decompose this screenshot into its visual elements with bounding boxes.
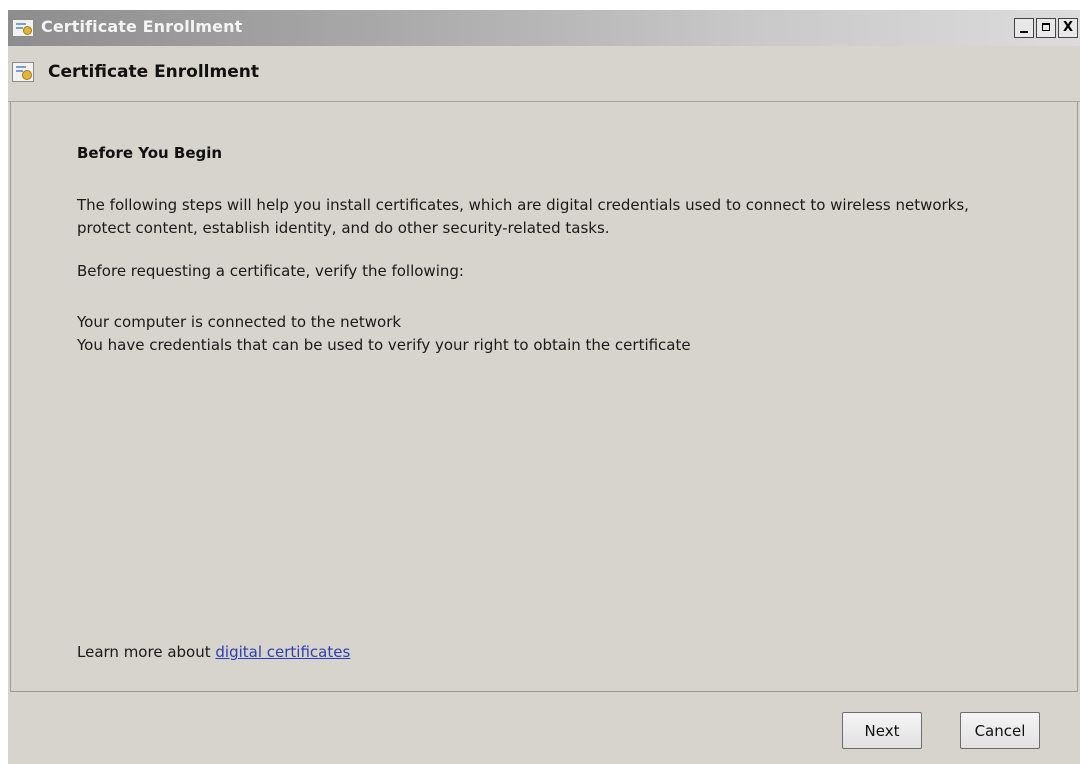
window-title: Certificate Enrollment: [41, 17, 243, 36]
requirements-list: Your computer is connected to the networ…: [77, 311, 1067, 357]
wizard-title: Certificate Enrollment: [48, 62, 259, 82]
requirement-item: You have credentials that can be used to…: [77, 336, 691, 354]
intro-text: The following steps will help you instal…: [77, 194, 1067, 240]
maximize-icon: [1042, 23, 1050, 31]
content-panel: Before You Begin The following steps wil…: [10, 102, 1078, 692]
learn-more: Learn more about digital certificates: [77, 643, 350, 661]
section-title: Before You Begin: [77, 144, 223, 162]
cancel-button[interactable]: Cancel: [960, 712, 1040, 749]
certificate-icon: [12, 62, 34, 82]
requirement-item: Your computer is connected to the networ…: [77, 313, 402, 331]
wizard-header: Certificate Enrollment: [8, 46, 1080, 102]
learn-more-label: Learn more about: [77, 643, 216, 661]
minimize-icon: [1020, 31, 1028, 33]
certificate-enrollment-window: Certificate Enrollment X Certificate Enr…: [8, 10, 1080, 764]
close-icon: X: [1062, 20, 1074, 35]
minimize-button[interactable]: [1014, 18, 1034, 38]
verify-prompt: Before requesting a certificate, verify …: [77, 262, 464, 280]
title-bar[interactable]: Certificate Enrollment X: [8, 10, 1080, 46]
certificate-icon: [12, 19, 34, 37]
maximize-button[interactable]: [1036, 18, 1056, 38]
next-button[interactable]: Next: [842, 712, 922, 749]
digital-certificates-link[interactable]: digital certificates: [215, 643, 350, 661]
window-controls: X: [1012, 18, 1078, 38]
close-button[interactable]: X: [1058, 18, 1078, 38]
intro-line-1: The following steps will help you instal…: [77, 196, 969, 214]
intro-line-2: protect content, establish identity, and…: [77, 219, 610, 237]
